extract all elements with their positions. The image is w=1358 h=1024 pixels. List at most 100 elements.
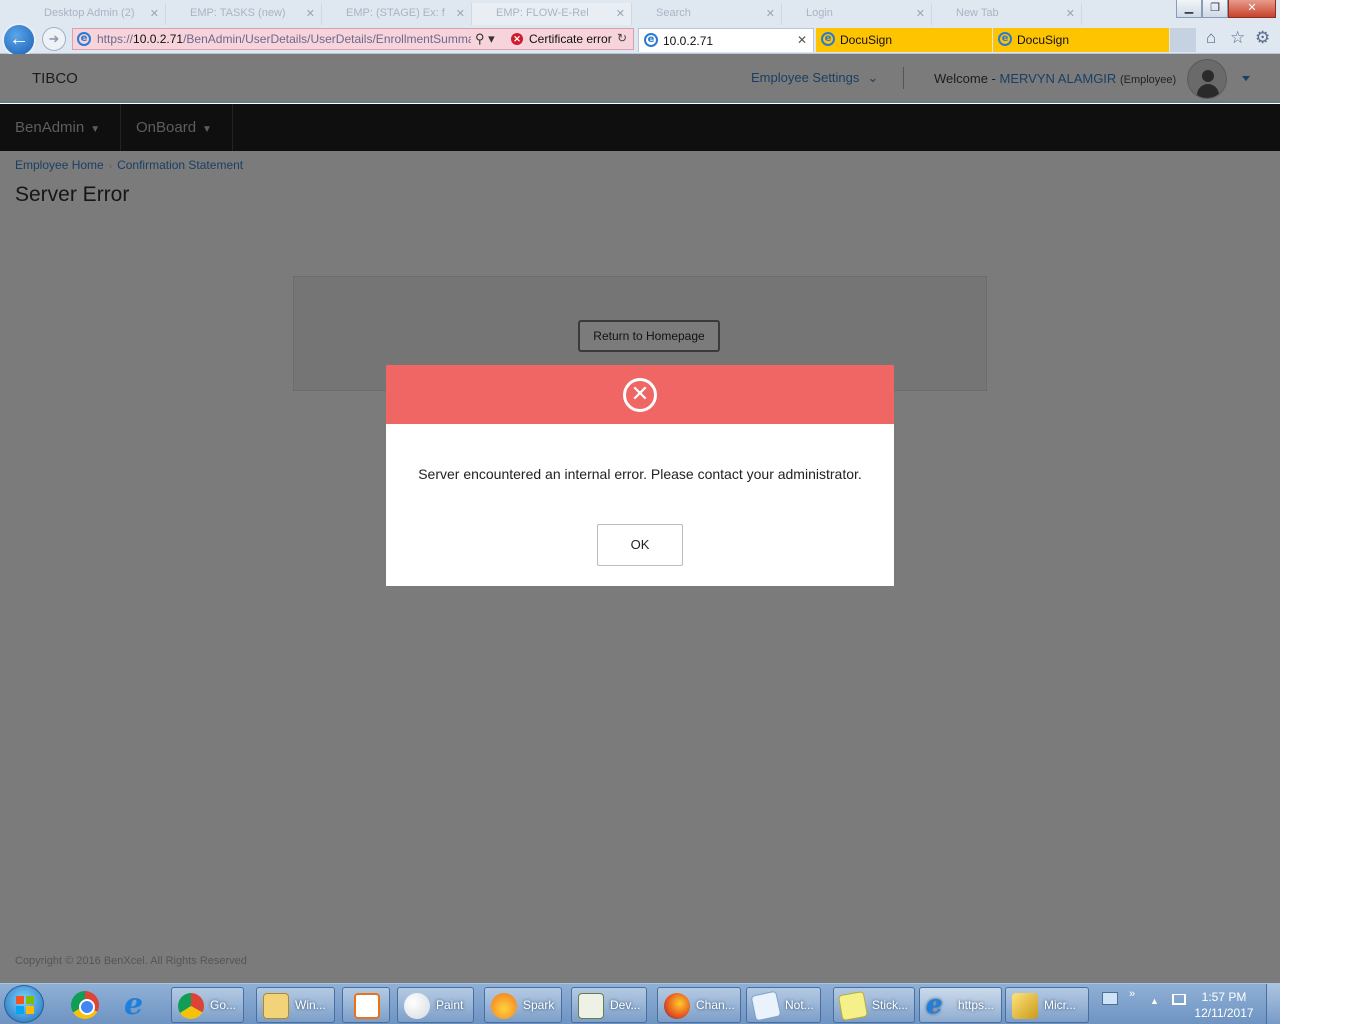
media-player-icon: [354, 993, 380, 1019]
error-modal: ✕ Server encountered an internal error. …: [386, 365, 894, 586]
tab-docusign[interactable]: e DocuSign: [993, 28, 1169, 52]
close-icon[interactable]: ✕: [1066, 7, 1075, 20]
search-icon[interactable]: ⚲ ▾: [475, 31, 495, 47]
ie-icon: e: [926, 990, 943, 1020]
modal-header: ✕: [386, 365, 894, 424]
task-internet-explorer[interactable]: e https...: [919, 987, 1002, 1023]
close-icon[interactable]: ✕: [766, 7, 775, 20]
notepad-icon: [750, 990, 782, 1022]
windows-logo-icon: [16, 996, 34, 1014]
close-icon[interactable]: ✕: [616, 7, 625, 20]
back-button[interactable]: ←: [2, 23, 36, 57]
faded-tab[interactable]: EMP: TASKS (new) ✕: [166, 3, 322, 25]
user-name[interactable]: MERVYN ALAMGIR: [1000, 71, 1117, 86]
close-icon[interactable]: ✕: [150, 7, 159, 20]
chevron-right-double-icon[interactable]: »: [1129, 988, 1135, 1000]
faded-tab[interactable]: EMP: (STAGE) Ex: f ✕: [322, 3, 472, 25]
url-text[interactable]: https://10.0.2.71/BenAdmin/UserDetails/U…: [97, 32, 471, 46]
home-icon[interactable]: ⌂: [1206, 28, 1216, 48]
ie-icon: e: [77, 32, 91, 46]
forward-button[interactable]: ➜: [42, 27, 66, 51]
return-to-homepage-button[interactable]: Return to Homepage: [578, 320, 720, 352]
clock-time[interactable]: 1:57 PM: [1189, 990, 1259, 1004]
task-spark[interactable]: Spark: [484, 987, 562, 1023]
close-icon[interactable]: ✕: [797, 33, 807, 47]
address-toolbar: ← ➜ e https://10.0.2.71/BenAdmin/UserDet…: [0, 23, 1280, 57]
gear-icon[interactable]: ⚙: [1255, 28, 1270, 48]
close-icon[interactable]: ✕: [916, 7, 925, 20]
tab-docusign[interactable]: e DocuSign: [816, 28, 992, 52]
nav-item-onboard[interactable]: OnBoard ▼: [121, 104, 233, 151]
task-microsoft-tool[interactable]: Micr...: [1005, 987, 1089, 1023]
close-icon[interactable]: ✕: [456, 7, 465, 20]
restore-icon: ❐: [1210, 2, 1220, 14]
page-title: Server Error: [15, 183, 130, 206]
chrome-icon: [178, 993, 204, 1019]
arrow-right-icon: ➜: [48, 31, 60, 46]
minimize-button[interactable]: ▁: [1176, 0, 1202, 18]
task-media-player[interactable]: [342, 987, 390, 1023]
start-button[interactable]: [4, 985, 44, 1023]
tab-10-0-2-71[interactable]: e 10.0.2.71 ✕: [638, 28, 814, 52]
caret-down-icon[interactable]: [1242, 76, 1250, 81]
spark-flame-icon: [491, 993, 517, 1019]
app-header: TIBCO Employee Settings ⌄ Welcome - MERVY…: [0, 54, 1280, 103]
new-tab-button[interactable]: [1170, 28, 1196, 52]
faded-tab[interactable]: EMP: FLOW-E-Rel ✕: [472, 3, 632, 25]
header-divider: [903, 67, 904, 89]
firefox-icon: [664, 993, 690, 1019]
task-windows-explorer[interactable]: Win...: [256, 987, 335, 1023]
show-hidden-icons-icon[interactable]: ▲: [1150, 996, 1159, 1006]
faded-tab[interactable]: Login ✕: [782, 3, 932, 25]
task-notepad[interactable]: Not...: [746, 987, 821, 1023]
certificate-error-label[interactable]: Certificate error: [529, 32, 612, 46]
nav-item-benadmin[interactable]: BenAdmin ▼: [0, 104, 121, 151]
task-dev[interactable]: Dev...: [571, 987, 647, 1023]
screen: Desktop Admin (2) ✕ EMP: TASKS (new) ✕ EMP…: [0, 0, 1280, 1024]
refresh-icon[interactable]: ↻: [617, 31, 627, 45]
copyright-text: Copyright © 2016 BenXcel. All Rights Res…: [15, 955, 247, 967]
task-sticky-notes[interactable]: Stick...: [833, 987, 915, 1023]
certificate-error-icon[interactable]: ✕: [511, 33, 523, 45]
favorites-star-icon[interactable]: ☆: [1230, 28, 1245, 48]
paint-palette-icon: [404, 993, 430, 1019]
breadcrumb: Employee Home › Confirmation Statement: [15, 158, 243, 172]
network-icon[interactable]: [1172, 994, 1186, 1005]
chrome-pinned-icon[interactable]: [63, 987, 107, 1023]
clock-date[interactable]: 12/11/2017: [1189, 1006, 1259, 1020]
chevron-down-icon: ▼: [202, 124, 212, 135]
modal-message: Server encountered an internal error. Pl…: [418, 466, 862, 482]
ie-pinned-icon[interactable]: e: [116, 987, 160, 1023]
avatar[interactable]: [1187, 59, 1227, 99]
folder-icon: [263, 993, 289, 1019]
close-icon[interactable]: ✕: [306, 7, 315, 20]
ok-button[interactable]: OK: [597, 524, 683, 566]
ie-icon: e: [998, 32, 1012, 46]
task-firefox[interactable]: Chan...: [657, 987, 741, 1023]
chevron-down-icon: ⌄: [867, 70, 879, 85]
circle-x-icon: ✕: [623, 378, 657, 412]
address-bar[interactable]: e https://10.0.2.71/BenAdmin/UserDetails…: [72, 28, 634, 50]
faded-tab[interactable]: New Tab ✕: [932, 3, 1082, 25]
brand-logo[interactable]: TIBCO: [32, 70, 78, 87]
minimize-icon: ▁: [1184, 2, 1194, 14]
folder-toolbar-icon[interactable]: [1102, 992, 1118, 1005]
user-icon-body: [1197, 84, 1219, 98]
restore-button[interactable]: ❐: [1202, 0, 1228, 18]
employee-settings-menu[interactable]: Employee Settings ⌄: [751, 70, 878, 86]
browser-title-strip: Desktop Admin (2) ✕ EMP: TASKS (new) ✕ EMP…: [0, 0, 1280, 26]
breadcrumb-confirmation-statement[interactable]: Confirmation Statement: [117, 158, 243, 172]
ie-icon: e: [644, 33, 658, 47]
task-paint[interactable]: Paint: [397, 987, 474, 1023]
faded-tab[interactable]: Desktop Admin (2) ✕: [20, 3, 166, 25]
chrome-icon: [71, 991, 99, 1019]
tools-icon: [1012, 993, 1038, 1019]
breadcrumb-employee-home[interactable]: Employee Home: [15, 158, 104, 172]
task-chrome[interactable]: Go...: [171, 987, 244, 1023]
welcome-text: Welcome - MERVYN ALAMGIR (Employee): [934, 71, 1177, 86]
window-close-button[interactable]: ✕: [1228, 0, 1276, 18]
show-desktop-button[interactable]: [1266, 984, 1280, 1024]
arrow-left-icon: ←: [9, 28, 29, 50]
ie-icon: e: [821, 32, 835, 46]
faded-tab[interactable]: Search ✕: [632, 3, 782, 25]
